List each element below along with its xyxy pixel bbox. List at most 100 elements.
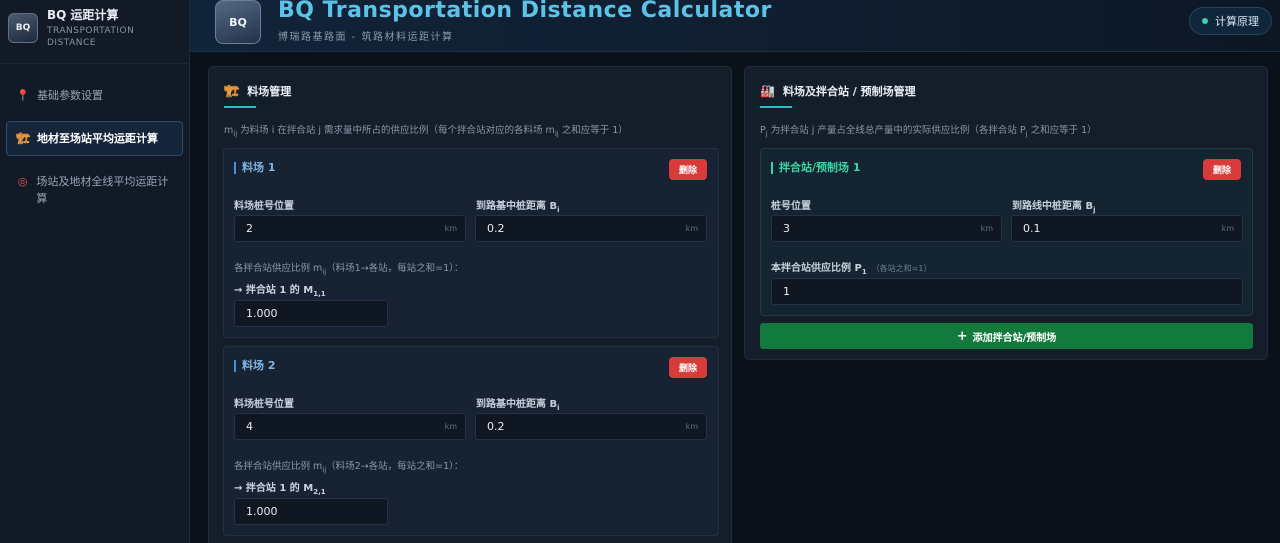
station-card: 拌合站/预制场 1 删除 桩号位置 到路线中桩距离 Bj 3 km 0.1 km…: [760, 148, 1253, 316]
ratio-value: 1.000: [246, 307, 278, 320]
station-input[interactable]: 2 km: [234, 215, 466, 242]
crane-icon: 🏗: [224, 84, 240, 98]
factory-icon: 🏭: [760, 84, 775, 98]
add-station-button[interactable]: + 添加拌合站/预制场: [760, 323, 1253, 349]
ratio-label: 各拌合站供应比例 mij（料场2→各站，每站之和=1）：: [234, 458, 463, 474]
panel-header: 🏭 料场及拌合站 / 预制场管理: [760, 83, 916, 99]
panel-description: mij 为料场 i 在拌合站 j 需求量中所占的供应比例（每个拌合站对应的各料场…: [224, 122, 628, 138]
sidebar: BQ BQ 运距计算 TRANSPORTATION DISTANCE 📍 基础参…: [0, 0, 190, 543]
ratio-target-label: → 拌合站 1 的 M2,1: [234, 479, 326, 496]
app-logo-icon: BQ: [8, 13, 38, 43]
ratio-target-text: → 拌合站 1 的 M: [234, 483, 314, 494]
brand-subtitle: TRANSPORTATION DISTANCE: [47, 25, 134, 49]
sidebar-item-label: 基础参数设置: [37, 89, 103, 102]
supply-ratio-value: 1: [783, 285, 790, 298]
brand-text: BQ 运距计算 TRANSPORTATION DISTANCE: [47, 8, 134, 49]
station-field-label: 料场桩号位置: [234, 201, 294, 212]
sidebar-item-label: 场站及地材全线平均运距计算: [36, 175, 169, 205]
unit-label: km: [444, 224, 457, 233]
desc-text-end: 之和应等于 1）: [1027, 125, 1097, 136]
station-value: 3: [783, 222, 790, 235]
supply-ratio-label: 本拌合站供应比例 P1 （各站之和=1）: [771, 259, 931, 276]
station-field-label: 桩号位置: [771, 201, 811, 212]
distance-input[interactable]: 0.2 km: [475, 413, 707, 440]
crane-icon: 🏗: [16, 132, 30, 145]
distance-label-subscript: j: [1093, 206, 1096, 214]
calculation-principle-button[interactable]: 计算原理: [1189, 7, 1272, 35]
sidebar-item-basic-params[interactable]: 📍 基础参数设置: [6, 78, 183, 113]
ratio-input[interactable]: 1.000: [234, 498, 388, 525]
title-underline: [760, 106, 792, 108]
supply-label-text: 本拌合站供应比例 P: [771, 263, 862, 274]
distance-field-label: 到路基中桩距离 Bi: [476, 395, 560, 412]
distance-label-subscript: i: [557, 404, 560, 412]
unit-label: km: [685, 422, 698, 431]
page-title: BQ Transportation Distance Calculator: [278, 0, 772, 23]
page-subtitle: 博瑞路基路面 - 筑路材料运距计算: [278, 32, 454, 43]
quarry-card: 料场 2 删除 料场桩号位置 到路基中桩距离 Bi 4 km 0.2 km 各拌…: [223, 346, 719, 536]
panel-title: 料场管理: [247, 85, 292, 98]
supply-hint: （各站之和=1）: [871, 264, 932, 273]
ratio-value: 1.000: [246, 505, 278, 518]
distance-field-label: 到路线中桩距离 Bj: [1012, 197, 1096, 214]
station-input[interactable]: 4 km: [234, 413, 466, 440]
ratio-label-text: 各拌合站供应比例 m: [234, 263, 323, 274]
supply-label-subscript: 1: [861, 268, 867, 276]
station-management-panel: 🏭 料场及拌合站 / 预制场管理 Pj 为拌合站 j 产量占全线总产量中的实际供…: [744, 66, 1268, 360]
unit-label: km: [1221, 224, 1234, 233]
header: BQ BQ Transportation Distance Calculator…: [190, 0, 1280, 52]
pin-icon: 📍: [16, 89, 30, 102]
principle-button-label: 计算原理: [1215, 15, 1259, 28]
distance-value: 0.1: [1023, 222, 1041, 235]
app-logo-icon: BQ: [215, 0, 261, 44]
panel-title: 料场及拌合站 / 预制场管理: [782, 85, 916, 98]
station-field-label: 料场桩号位置: [234, 399, 294, 410]
panel-header: 🏗 料场管理: [224, 83, 291, 99]
sidebar-item-label: 地材至场站平均运距计算: [37, 132, 158, 145]
quarry-title: 料场 2: [234, 360, 275, 372]
distance-label-text: 到路基中桩距离 B: [476, 399, 558, 410]
target-icon: ◎: [17, 175, 28, 188]
distance-label-subscript: i: [557, 206, 560, 214]
distance-value: 0.2: [487, 222, 505, 235]
distance-input[interactable]: 0.1 km: [1011, 215, 1243, 242]
sidebar-brand: BQ BQ 运距计算 TRANSPORTATION DISTANCE: [0, 0, 189, 64]
delete-button[interactable]: 删除: [669, 159, 707, 180]
ratio-target-subscript: 2,1: [313, 488, 326, 496]
unit-label: km: [444, 422, 457, 431]
title-underline: [224, 106, 256, 108]
ratio-target-label: → 拌合站 1 的 M1,1: [234, 281, 326, 298]
sidebar-item-material-to-station[interactable]: 🏗 地材至场站平均运距计算: [6, 121, 183, 156]
ratio-input[interactable]: 1.000: [234, 300, 388, 327]
station-input[interactable]: 3 km: [771, 215, 1002, 242]
ratio-target-text: → 拌合站 1 的 M: [234, 285, 314, 296]
desc-text-end: 之和应等于 1）: [558, 125, 628, 136]
ratio-note: （料场1→各站，每站之和=1）：: [326, 263, 464, 274]
station-value: 4: [246, 420, 253, 433]
station-value: 2: [246, 222, 253, 235]
delete-button[interactable]: 删除: [1203, 159, 1241, 180]
brand-subtitle-line-1: TRANSPORTATION: [47, 26, 135, 36]
distance-label-text: 到路线中桩距离 B: [1012, 201, 1094, 212]
supply-ratio-input[interactable]: 1: [771, 278, 1243, 305]
quarry-card: 料场 1 删除 料场桩号位置 到路基中桩距离 Bi 2 km 0.2 km 各拌…: [223, 148, 719, 338]
sidebar-nav: 📍 基础参数设置 🏗 地材至场站平均运距计算 ◎ 场站及地材全线平均运距计算: [0, 64, 189, 216]
distance-field-label: 到路基中桩距离 Bi: [476, 197, 560, 214]
sidebar-item-full-line-average[interactable]: ◎ 场站及地材全线平均运距计算: [6, 164, 183, 216]
status-dot-icon: [1202, 18, 1208, 24]
ratio-label: 各拌合站供应比例 mij（料场1→各站，每站之和=1）：: [234, 260, 463, 276]
ratio-label-text: 各拌合站供应比例 m: [234, 461, 323, 472]
delete-button[interactable]: 删除: [669, 357, 707, 378]
distance-input[interactable]: 0.2 km: [475, 215, 707, 242]
unit-label: km: [980, 224, 993, 233]
ratio-target-subscript: 1,1: [313, 290, 326, 298]
brand-subtitle-line-2: DISTANCE: [47, 38, 96, 48]
add-station-label: 添加拌合站/预制场: [972, 332, 1057, 344]
desc-text: 为料场 i 在拌合站 j 需求量中所占的供应比例（每个拌合站对应的各料场 m: [237, 125, 555, 136]
quarry-management-panel: 🏗 料场管理 mij 为料场 i 在拌合站 j 需求量中所占的供应比例（每个拌合…: [208, 66, 732, 543]
desc-text: 为拌合站 j 产量占全线总产量中的实际供应比例（各拌合站 P: [767, 125, 1026, 136]
distance-label-text: 到路基中桩距离 B: [476, 201, 558, 212]
station-title: 拌合站/预制场 1: [771, 162, 861, 174]
panel-description: Pj 为拌合站 j 产量占全线总产量中的实际供应比例（各拌合站 Pj 之和应等于…: [760, 122, 1097, 138]
brand-title: BQ 运距计算: [47, 8, 119, 22]
